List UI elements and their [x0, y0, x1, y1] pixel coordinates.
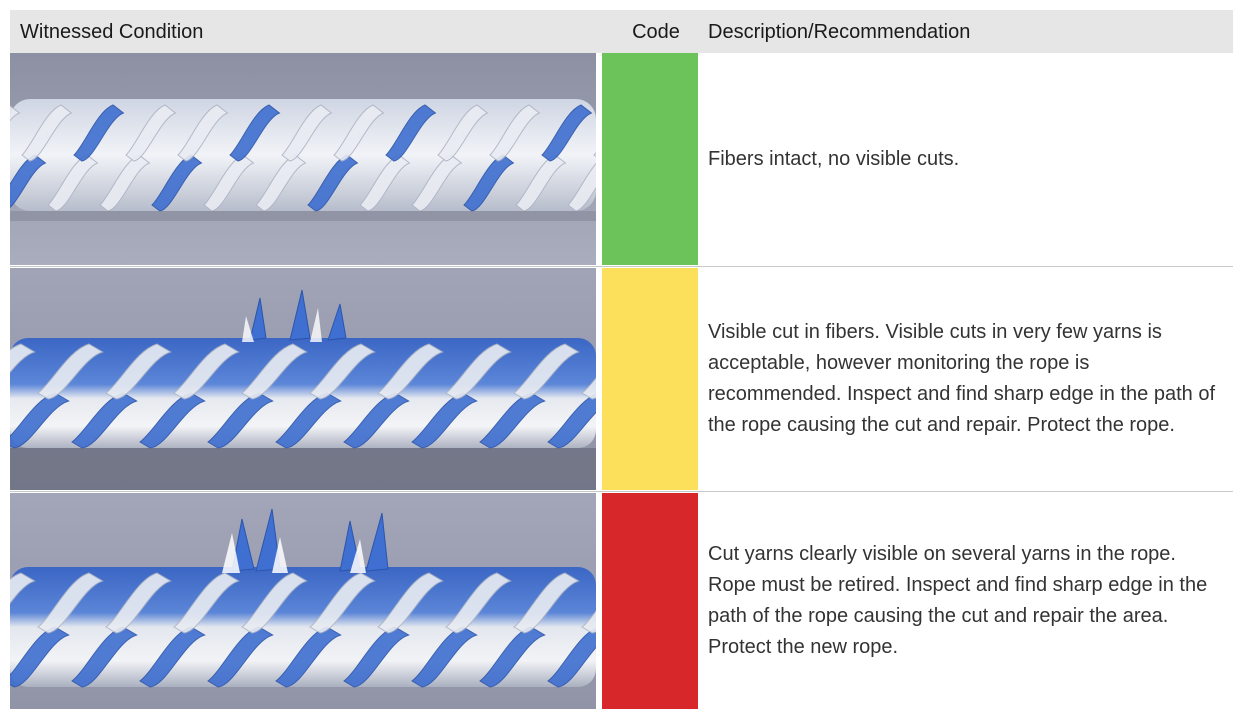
header-code: Code [632, 21, 680, 43]
code-yellow [602, 268, 698, 490]
description-cell: Visible cut in fibers. Visible cuts in v… [700, 268, 1233, 490]
rope-inspection-table: Witnessed Condition Code Description/Rec… [10, 10, 1233, 709]
header-description: Description/Recommendation [708, 21, 971, 43]
code-green [602, 53, 698, 265]
table-header: Witnessed Condition Code Description/Rec… [10, 10, 1233, 53]
header-witnessed-condition: Witnessed Condition [20, 21, 204, 43]
row-divider [10, 491, 1233, 492]
table-row: Visible cut in fibers. Visible cuts in v… [10, 268, 1233, 490]
code-red [602, 493, 698, 709]
page: Witnessed Condition Code Description/Rec… [0, 0, 1244, 709]
description-cell: Cut yarns clearly visible on several yar… [700, 493, 1233, 709]
description-cell: Fibers intact, no visible cuts. [700, 53, 1233, 265]
description-text: Cut yarns clearly visible on several yar… [708, 543, 1208, 658]
description-text: Visible cut in fibers. Visible cuts in v… [708, 321, 1216, 436]
row-divider [10, 266, 1233, 267]
table-row: Fibers intact, no visible cuts. [10, 53, 1233, 265]
description-text: Fibers intact, no visible cuts. [708, 147, 960, 170]
rope-photo-intact [10, 53, 596, 265]
rope-photo-several-cuts [10, 493, 596, 709]
table-row: Cut yarns clearly visible on several yar… [10, 493, 1233, 709]
rope-photo-few-cuts [10, 268, 596, 490]
